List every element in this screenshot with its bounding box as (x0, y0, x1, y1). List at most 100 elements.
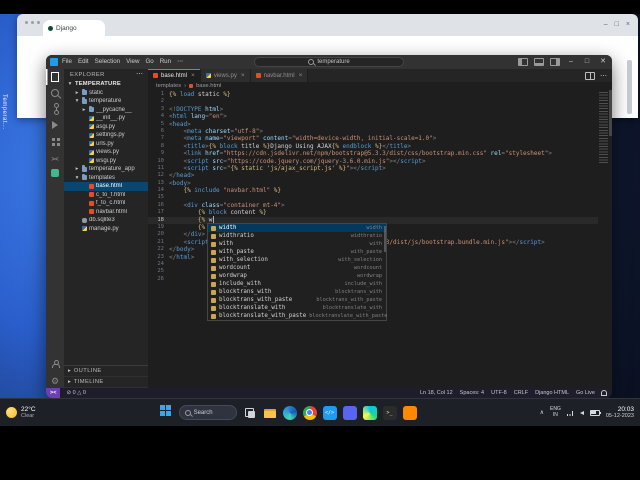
browser-window-controls[interactable]: – □ × (604, 18, 630, 32)
browser-maximize-icon[interactable]: □ (615, 18, 619, 32)
code-line-13[interactable]: 13 <body> (148, 180, 598, 187)
suggestion-widthratio[interactable]: widthratio widthratio (208, 232, 386, 240)
toggle-sidebar-icon[interactable] (518, 58, 528, 66)
tree-item-navbar-html[interactable]: navbar.html (64, 208, 148, 217)
command-center-search[interactable]: temperature (254, 57, 404, 67)
menu-file[interactable]: File (62, 55, 72, 69)
status-ln-18-col-12[interactable]: Ln 18, Col 12 (420, 388, 453, 398)
code-line-7[interactable]: 7 <meta name="viewport" content="width=d… (148, 135, 598, 142)
code-line-15[interactable]: 15 (148, 194, 598, 201)
tab-views-py[interactable]: views.py × (200, 69, 251, 82)
explorer-more-icon[interactable]: ⋯ (136, 71, 143, 78)
chrome-icon[interactable] (302, 405, 317, 420)
code-line-5[interactable]: 5 <head> (148, 121, 598, 128)
account-icon[interactable] (46, 356, 64, 372)
django-extension-icon[interactable] (46, 165, 64, 181)
tree-item-c-to-f-html[interactable]: c_to_f.html (64, 191, 148, 200)
side-window-label[interactable]: Temperat... (1, 94, 7, 130)
search-view-icon[interactable] (46, 85, 64, 101)
remote-explorer-icon[interactable] (46, 149, 64, 165)
suggestion-with-selection[interactable]: with_selection with_selection (208, 256, 386, 264)
status-go-live[interactable]: Go Live (576, 388, 595, 398)
status-crlf[interactable]: CRLF (514, 388, 528, 398)
tree-item-manage-py[interactable]: manage.py (64, 225, 148, 234)
menu-edit[interactable]: Edit (78, 55, 89, 69)
extensions-icon[interactable] (46, 133, 64, 149)
edge-icon[interactable] (282, 405, 297, 420)
task-view-icon[interactable] (243, 406, 257, 420)
breadcrumb-folder[interactable]: templates (156, 82, 181, 90)
suggestion-with-paste[interactable]: with_paste with_paste (208, 248, 386, 256)
tree-item-db-sqlite3[interactable]: db.sqlite3 (64, 216, 148, 225)
browser-minimize-icon[interactable]: – (604, 18, 608, 32)
suggestion-with[interactable]: with with (208, 240, 386, 248)
code-line-1[interactable]: 1 {% load static %} (148, 91, 598, 98)
close-tab-icon[interactable]: × (191, 72, 195, 79)
problems-indicator[interactable]: ⊘ 0 △ 0 (66, 388, 86, 398)
start-button[interactable] (159, 405, 173, 420)
split-editor-icon[interactable] (585, 71, 595, 80)
menu-more[interactable]: ⋯ (177, 55, 183, 69)
suggestion-include-with[interactable]: include_with include_with (208, 280, 386, 288)
menu-run[interactable]: Run (160, 55, 171, 69)
code-line-17[interactable]: 17 {% block content %} (148, 209, 598, 216)
vscode-icon[interactable] (322, 405, 337, 420)
code-line-14[interactable]: 14 {% include "navbar.html" %} (148, 187, 598, 194)
tree-item-f-to-c-html[interactable]: f_to_c.html (64, 199, 148, 208)
code-line-2[interactable]: 2 (148, 98, 598, 105)
maximize-button[interactable]: □ (582, 55, 592, 69)
tree-item-wsgi-py[interactable]: wsgi.py (64, 157, 148, 166)
tree-item-urls-py[interactable]: urls.py (64, 140, 148, 149)
tree-item-temperature-app[interactable]: ▸ temperature_app (64, 165, 148, 174)
tab-navbar-html[interactable]: navbar.html × (250, 69, 309, 82)
minimize-button[interactable]: – (566, 55, 576, 69)
taskbar-search[interactable]: Search (178, 405, 237, 420)
outline-section[interactable]: ▸ OUTLINE (64, 366, 148, 377)
tree-item-views-py[interactable]: views.py (64, 148, 148, 157)
toggle-secondary-sidebar-icon[interactable] (550, 58, 560, 66)
code-line-6[interactable]: 6 <meta charset="utf-8"> (148, 128, 598, 135)
language-indicator[interactable]: ENG IN (550, 406, 561, 418)
run-debug-icon[interactable] (46, 117, 64, 133)
weather-widget[interactable]: 22°C Clear (6, 406, 36, 419)
tray-chevron-icon[interactable]: ∧ (540, 409, 544, 416)
timeline-section[interactable]: ▸ TIMELINE (64, 377, 148, 388)
vlc-icon[interactable] (402, 405, 417, 420)
browser-scrollbar[interactable] (627, 60, 632, 114)
code-line-9[interactable]: 9 <link href="https://cdn.jsdelivr.net/n… (148, 150, 598, 157)
battery-icon[interactable] (589, 409, 601, 416)
discord-icon[interactable] (342, 405, 357, 420)
explorer-icon[interactable] (46, 69, 64, 85)
suggestion-blocktrans-with[interactable]: blocktrans_with blocktrans_with (208, 288, 386, 296)
tree-item-templates[interactable]: ▾ templates (64, 173, 148, 183)
terminal-icon[interactable] (382, 405, 397, 420)
clock[interactable]: 20:03 05-12-2023 (606, 406, 634, 419)
menu-go[interactable]: Go (145, 55, 153, 69)
code-line-10[interactable]: 10 <script src="https://code.jquery.com/… (148, 158, 598, 165)
code-line-3[interactable]: 3 <!DOCTYPE html> (148, 106, 598, 113)
suggest-scrollbar[interactable] (384, 226, 386, 252)
menu-selection[interactable]: Selection (95, 55, 120, 69)
editor-scrollbar[interactable] (609, 90, 612, 136)
suggestion-wordcount[interactable]: wordcount wordcount (208, 264, 386, 272)
pycharm-icon[interactable] (362, 405, 377, 420)
status-django-html[interactable]: Django HTML (535, 388, 569, 398)
suggestion-blocktranslate-with-paste[interactable]: blocktranslate_with_paste blocktranslate_… (208, 312, 387, 320)
tree-item-asgi-py[interactable]: asgi.py (64, 123, 148, 132)
close-tab-icon[interactable]: × (299, 72, 303, 79)
tab-base-html[interactable]: base.html × (148, 69, 201, 82)
close-tab-icon[interactable]: × (241, 72, 245, 79)
close-button[interactable]: ✕ (598, 55, 608, 69)
tree-item-base-html[interactable]: base.html (64, 182, 148, 191)
menu-view[interactable]: View (126, 55, 139, 69)
breadcrumb-file[interactable]: base.html (196, 82, 221, 90)
remote-indicator[interactable]: >< (46, 388, 61, 398)
suggestion-wordwrap[interactable]: wordwrap wordwrap (208, 272, 386, 280)
editor[interactable]: 1 {% load static %} 2 3 <!DOCTYPE html> 4 <htm… (148, 90, 612, 388)
suggestion-width[interactable]: width width (208, 224, 386, 232)
tree-item-init-py[interactable]: __init__.py (64, 114, 148, 123)
minimap[interactable] (599, 92, 608, 164)
editor-more-actions-icon[interactable]: ⋯ (600, 72, 607, 80)
tree-item-static[interactable]: ▸ static (64, 88, 148, 98)
settings-gear-icon[interactable] (46, 372, 64, 388)
